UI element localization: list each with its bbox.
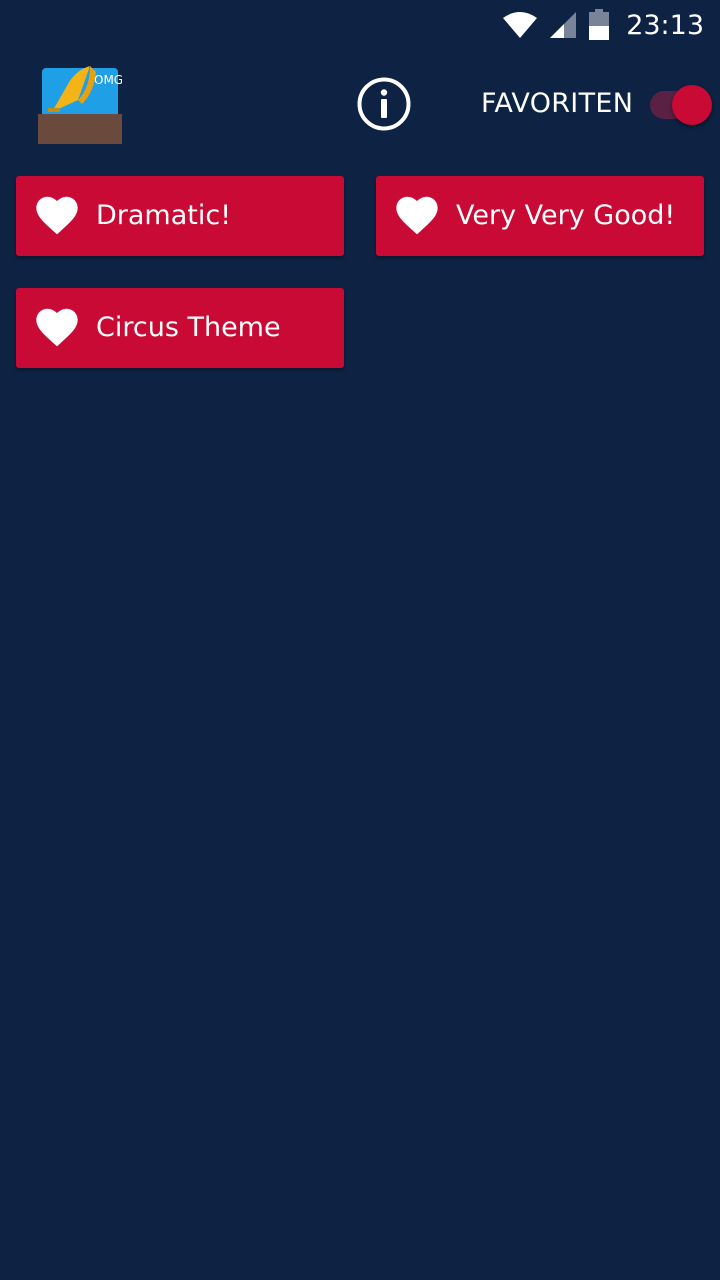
heart-icon[interactable] bbox=[36, 196, 78, 236]
favorites-label: FAVORITEN bbox=[481, 88, 634, 119]
status-bar: 23:13 bbox=[0, 0, 720, 50]
info-icon bbox=[357, 77, 411, 131]
toggle-thumb bbox=[672, 85, 712, 125]
sound-button-circus-theme[interactable]: Circus Theme bbox=[16, 288, 344, 368]
gramophone-logo-icon: OMG bbox=[38, 62, 123, 144]
signal-icon bbox=[550, 12, 577, 38]
sound-label: Circus Theme bbox=[96, 312, 281, 343]
info-button[interactable] bbox=[356, 76, 412, 132]
favorites-toggle[interactable] bbox=[648, 85, 714, 125]
heart-icon[interactable] bbox=[36, 308, 78, 348]
status-icons: 23:13 bbox=[502, 0, 704, 50]
sound-label: Dramatic! bbox=[96, 200, 232, 231]
svg-text:OMG: OMG bbox=[94, 73, 122, 87]
status-time: 23:13 bbox=[626, 9, 704, 41]
battery-icon bbox=[589, 9, 610, 40]
wifi-icon bbox=[503, 12, 538, 38]
heart-icon[interactable] bbox=[396, 196, 438, 236]
sound-button-dramatic[interactable]: Dramatic! bbox=[16, 176, 344, 256]
app-screen: 23:13 OMG FAVORITEN Dramatic! Very Very … bbox=[0, 0, 720, 1280]
sound-label: Very Very Good! bbox=[456, 200, 676, 231]
sound-button-very-very-good[interactable]: Very Very Good! bbox=[376, 176, 704, 256]
